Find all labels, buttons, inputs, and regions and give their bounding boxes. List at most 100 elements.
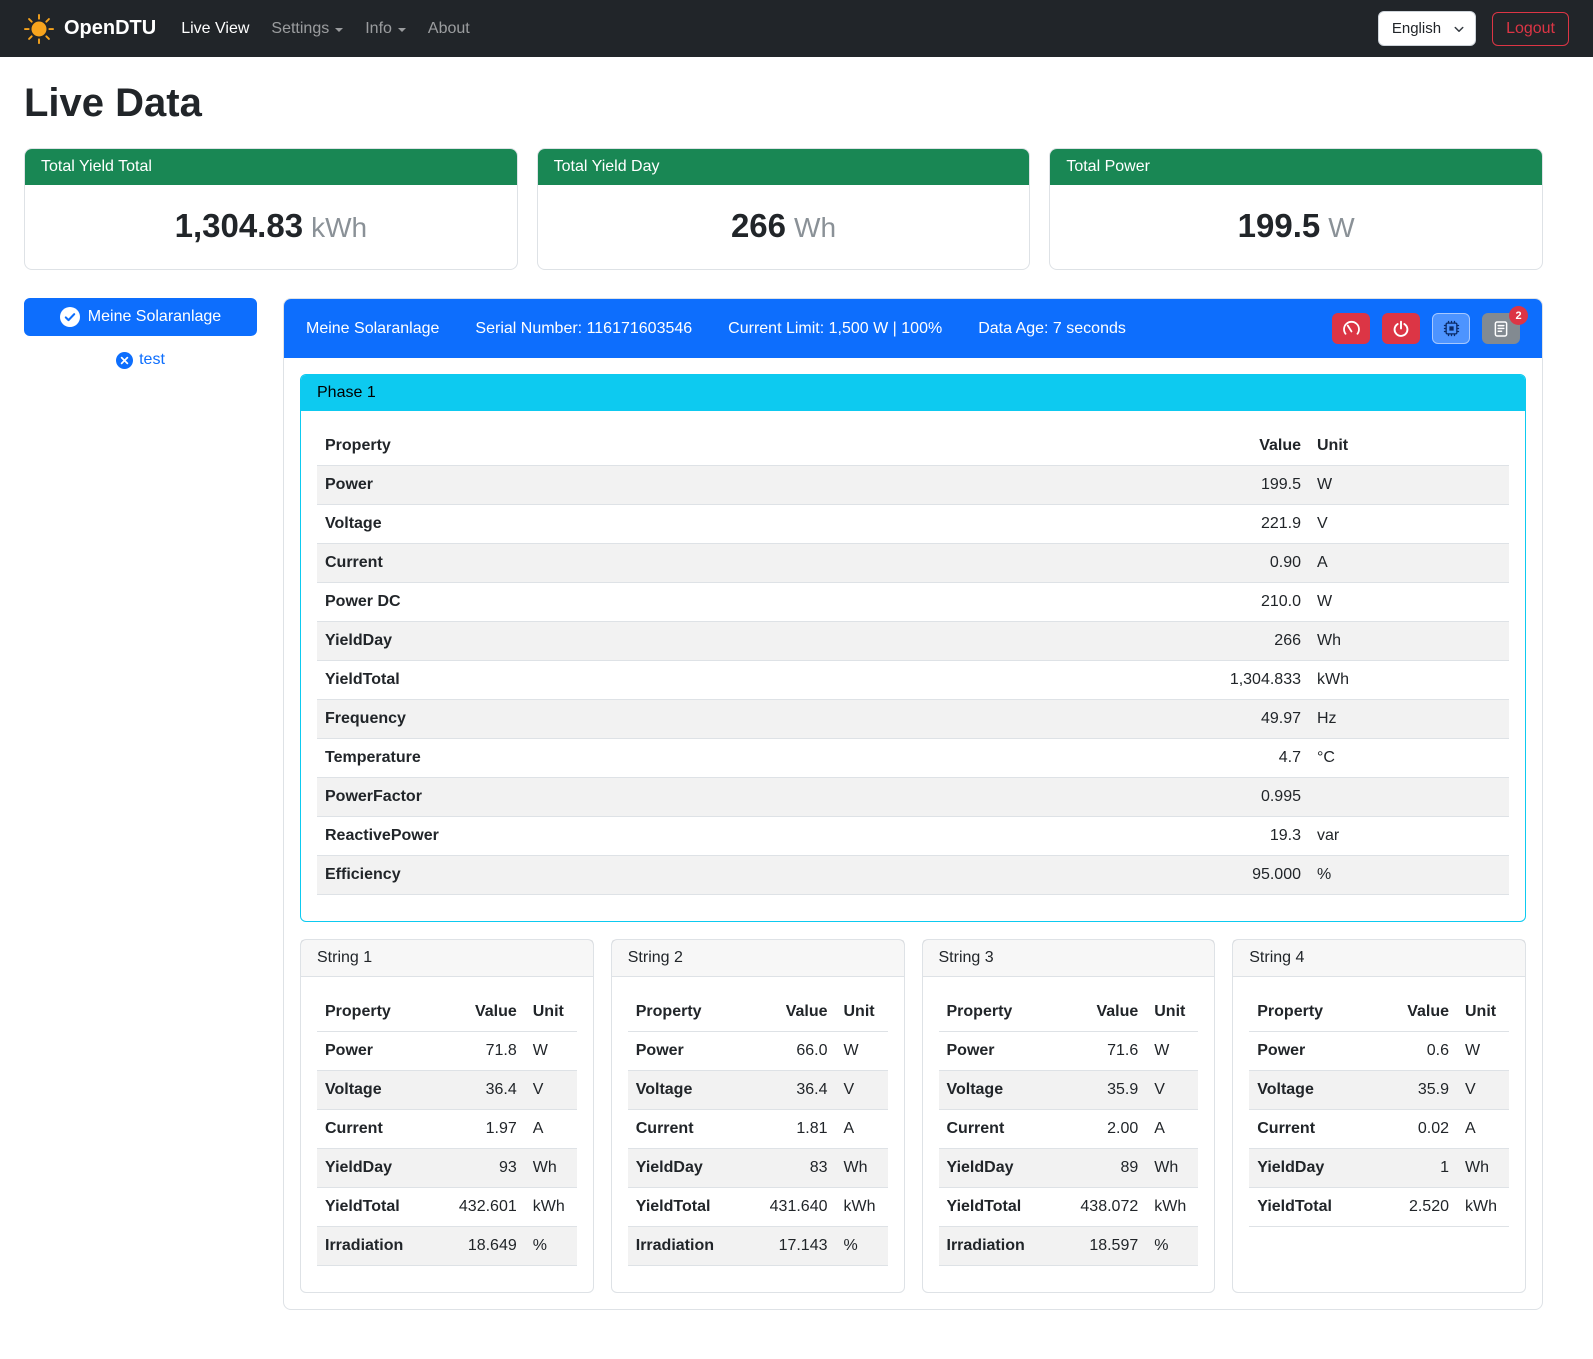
value-cell: 35.9 <box>1376 1071 1457 1110</box>
column-header-unit: Unit <box>1457 993 1509 1032</box>
property-cell: Efficiency <box>317 856 910 895</box>
card-title: Total Yield Total <box>25 149 517 185</box>
string-table: Property Value Unit Power <box>1249 993 1509 1227</box>
card-title: Total Power <box>1050 149 1542 185</box>
string-title: String 3 <box>923 940 1215 977</box>
unit-cell: W <box>836 1032 888 1071</box>
unit-cell <box>1309 778 1509 817</box>
chevron-down-icon <box>398 28 406 32</box>
logout-button[interactable]: Logout <box>1492 12 1569 46</box>
card-value: 199.5 <box>1238 207 1321 244</box>
table-row: Current 0.02 A <box>1249 1110 1509 1149</box>
unit-cell: % <box>1309 856 1509 895</box>
property-cell: YieldTotal <box>1249 1188 1376 1227</box>
table-row: Efficiency 95.000 % <box>317 856 1509 895</box>
table-row: ReactivePower 19.3 var <box>317 817 1509 856</box>
unit-cell: kWh <box>525 1188 577 1227</box>
unit-cell: A <box>1146 1110 1198 1149</box>
column-header-value: Value <box>1055 993 1146 1032</box>
unit-cell: V <box>836 1071 888 1110</box>
unit-cell: W <box>1309 583 1509 622</box>
table-header-row: Property Value Unit <box>628 993 888 1032</box>
unit-cell: kWh <box>1457 1188 1509 1227</box>
table-row: YieldDay 1 Wh <box>1249 1149 1509 1188</box>
property-cell: Irradiation <box>628 1227 744 1266</box>
unit-cell: A <box>1309 544 1509 583</box>
nav-info[interactable]: Info <box>354 12 417 46</box>
value-cell: 266 <box>910 622 1309 661</box>
value-cell: 95.000 <box>910 856 1309 895</box>
power-icon <box>1392 320 1410 338</box>
value-cell: 71.8 <box>433 1032 524 1071</box>
main-content: Live Data Total Yield Total 1,304.83kWh … <box>0 57 1593 1350</box>
inverter-select-label: Meine Solaranlage <box>88 308 221 326</box>
summary-cards-row: Total Yield Total 1,304.83kWh Total Yiel… <box>24 148 1543 270</box>
brand-link[interactable]: OpenDTU <box>24 14 156 44</box>
event-log-button[interactable]: 2 <box>1482 313 1520 344</box>
table-row: Irradiation 18.597 % <box>939 1227 1199 1266</box>
chevron-down-icon <box>1453 23 1465 35</box>
value-cell: 1 <box>1376 1149 1457 1188</box>
value-cell: 19.3 <box>910 817 1309 856</box>
column-header-unit: Unit <box>836 993 888 1032</box>
unit-cell: W <box>1146 1032 1198 1071</box>
property-cell: YieldTotal <box>317 661 910 700</box>
unit-cell: A <box>1457 1110 1509 1149</box>
inverter-sidebar: Meine Solaranlage test <box>24 298 257 369</box>
nav-live-view-label: Live View <box>181 20 249 38</box>
unit-cell: Wh <box>525 1149 577 1188</box>
property-cell: Current <box>1249 1110 1376 1149</box>
value-cell: 0.6 <box>1376 1032 1457 1071</box>
column-header-unit: Unit <box>525 993 577 1032</box>
total-yield-day-card: Total Yield Day 266Wh <box>537 148 1031 270</box>
unit-cell: V <box>1457 1071 1509 1110</box>
test-inverter-link[interactable]: test <box>24 351 257 369</box>
unit-cell: W <box>1309 466 1509 505</box>
property-cell: Current <box>317 544 910 583</box>
total-yield-total-card: Total Yield Total 1,304.83kWh <box>24 148 518 270</box>
property-cell: YieldDay <box>1249 1149 1376 1188</box>
column-header-unit: Unit <box>1309 427 1509 466</box>
unit-cell: Hz <box>1309 700 1509 739</box>
journal-icon <box>1492 320 1510 338</box>
table-header-row: Property Value Unit <box>1249 993 1509 1032</box>
property-cell: Power DC <box>317 583 910 622</box>
limit-settings-button[interactable] <box>1332 313 1370 344</box>
column-header-value: Value <box>433 993 524 1032</box>
navbar-left: OpenDTU Live View Settings Info About <box>24 12 481 46</box>
unit-cell: % <box>836 1227 888 1266</box>
table-header-row: Property Value Unit <box>317 427 1509 466</box>
value-cell: 89 <box>1055 1149 1146 1188</box>
value-cell: 93 <box>433 1149 524 1188</box>
property-cell: Voltage <box>317 1071 433 1110</box>
unit-cell: % <box>525 1227 577 1266</box>
unit-cell: Wh <box>836 1149 888 1188</box>
nav-about-label: About <box>428 20 470 38</box>
inverter-panel-body: Phase 1 Property Value Unit <box>284 358 1542 1309</box>
inverter-select-button[interactable]: Meine Solaranlage <box>24 298 257 336</box>
value-cell: 0.02 <box>1376 1110 1457 1149</box>
nav-about[interactable]: About <box>417 12 481 46</box>
navbar: OpenDTU Live View Settings Info About En… <box>0 0 1593 57</box>
card-unit: W <box>1328 212 1354 243</box>
nav-info-label: Info <box>365 20 392 38</box>
power-control-button[interactable] <box>1382 313 1420 344</box>
device-info-button[interactable] <box>1432 313 1470 344</box>
value-cell: 66.0 <box>744 1032 835 1071</box>
card-body: 266Wh <box>538 185 1030 269</box>
unit-cell: Wh <box>1309 622 1509 661</box>
table-row: Power 0.6 W <box>1249 1032 1509 1071</box>
language-select[interactable]: English <box>1378 11 1476 46</box>
string-2-card: String 2 Property Value Unit <box>611 939 905 1293</box>
unit-cell: Wh <box>1146 1149 1198 1188</box>
nav-live-view[interactable]: Live View <box>170 12 260 46</box>
navbar-right: English Logout <box>1378 11 1569 46</box>
value-cell: 18.649 <box>433 1227 524 1266</box>
phase-title: Phase 1 <box>301 375 1525 411</box>
string-4-card: String 4 Property Value Unit <box>1232 939 1526 1293</box>
table-row: Power 71.8 W <box>317 1032 577 1071</box>
table-row: Irradiation 17.143 % <box>628 1227 888 1266</box>
property-cell: Voltage <box>317 505 910 544</box>
nav-settings[interactable]: Settings <box>260 12 354 46</box>
check-circle-icon <box>60 307 80 327</box>
